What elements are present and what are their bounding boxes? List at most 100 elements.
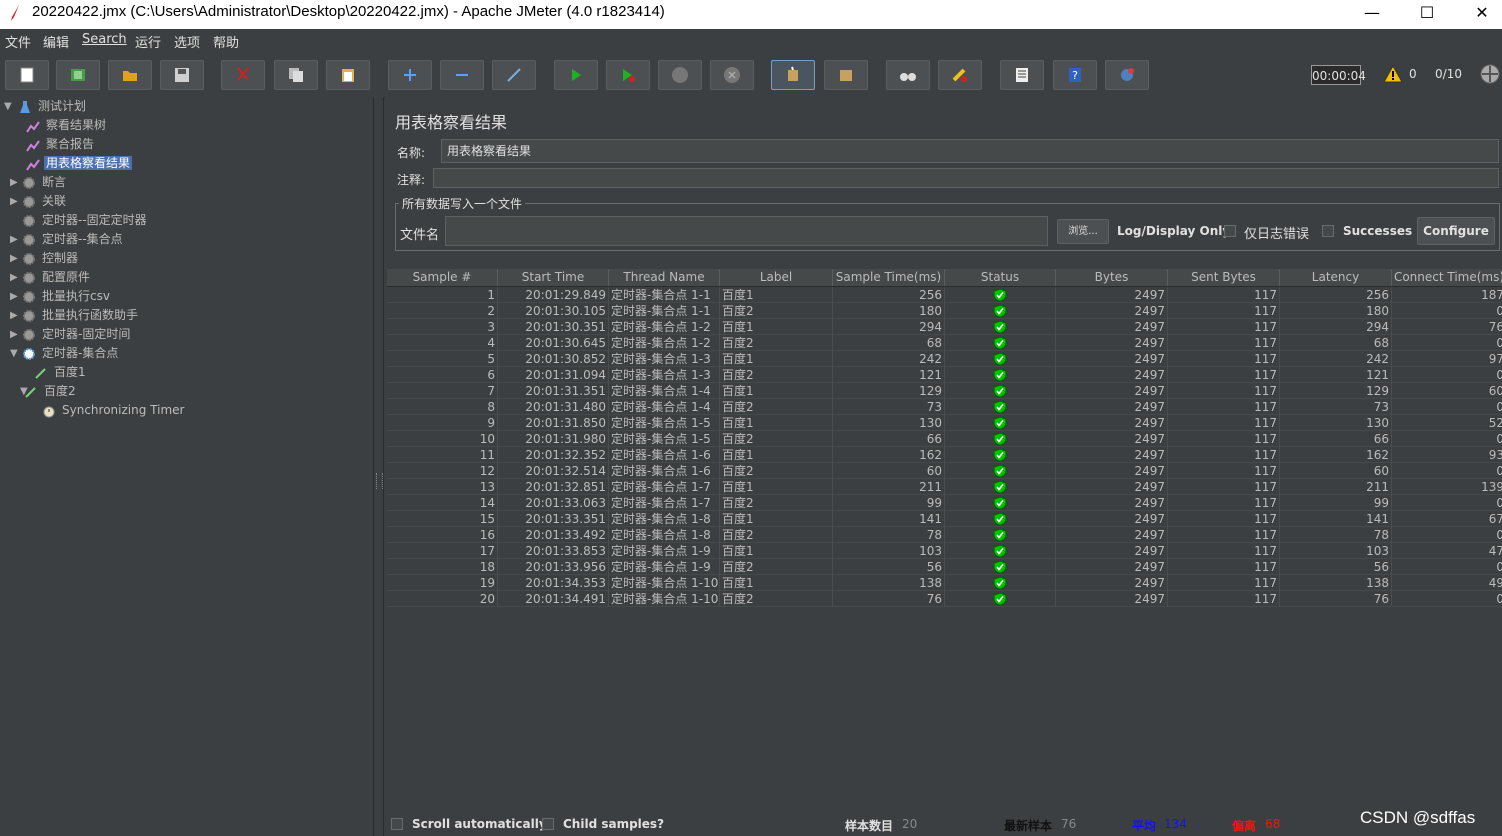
column-header-label[interactable]: Label xyxy=(720,269,833,286)
expand-toggle-icon[interactable]: ▶ xyxy=(10,173,18,192)
tree-item-aggregate-report[interactable]: 聚合报告 xyxy=(26,135,96,154)
save-button[interactable] xyxy=(160,60,204,90)
menu-edit[interactable]: 编辑 xyxy=(43,32,69,51)
table-row[interactable]: 6 20:01:31.094 定时器-集合点 1-3 百度2 121 2497 117 121… xyxy=(387,367,1502,383)
stop-button[interactable] xyxy=(658,60,702,90)
tree-item-baidu1[interactable]: 百度1 xyxy=(34,363,88,382)
collapse-all-button[interactable] xyxy=(440,60,484,90)
column-header-sample-number[interactable]: Sample # xyxy=(387,269,498,286)
tree-item-config-element[interactable]: ▶ 配置原件 xyxy=(10,268,92,287)
name-input[interactable]: 用表格察看结果 xyxy=(441,139,1499,163)
table-row[interactable]: 1020:01:31.980定时器-集合点 1-5百度2662497117660 xyxy=(387,431,1502,447)
table-row[interactable]: 820:01:31.480定时器-集合点 1-4百度2732497117730 xyxy=(387,399,1502,415)
maximize-button[interactable]: ☐ xyxy=(1404,0,1450,29)
table-row[interactable]: 7 20:01:31.351 定时器-集合点 1-4 百度1 129 2497 117 129… xyxy=(387,383,1502,399)
tree-item-baidu2[interactable]: ▼ 百度2 xyxy=(20,382,78,401)
reset-search-button[interactable] xyxy=(938,60,982,90)
templates-button[interactable] xyxy=(56,60,100,90)
search-button[interactable] xyxy=(886,60,930,90)
clear-all-button[interactable] xyxy=(824,60,868,90)
cut-button[interactable] xyxy=(221,60,265,90)
help-button[interactable]: ? xyxy=(1053,60,1097,90)
table-row[interactable]: 13 20:01:32.851 定时器-集合点 1-7 百度1 211 2497 117 21… xyxy=(387,479,1502,495)
expand-toggle-icon[interactable]: ▶ xyxy=(10,230,18,249)
tree-item-fixed-time-timer[interactable]: ▶ 定时器-固定时间 xyxy=(10,325,132,344)
tree-item-batch-function-helper[interactable]: ▶ 批量执行函数助手 xyxy=(10,306,140,325)
table-row[interactable]: 5 20:01:30.852 定时器-集合点 1-3 百度1 242 2497 117 242… xyxy=(387,351,1502,367)
expand-toggle-icon[interactable]: ▶ xyxy=(10,287,18,306)
table-row[interactable]: 1620:01:33.492定时器-集合点 1-8百度2782497117780 xyxy=(387,527,1502,543)
tree-item-synchronizing-timer[interactable]: Synchronizing Timer xyxy=(42,401,186,420)
tree-item-view-results-table[interactable]: 用表格察看结果 xyxy=(26,154,133,173)
status-indicator-icon[interactable] xyxy=(1480,64,1500,84)
browse-button[interactable]: 浏览... xyxy=(1057,219,1109,244)
start-no-pause-button[interactable] xyxy=(606,60,650,90)
table-row[interactable]: 1420:01:33.063定时器-集合点 1-7百度2992497117990 xyxy=(387,495,1502,511)
column-header-sample-time[interactable]: Sample Time(ms) xyxy=(833,269,945,286)
expand-toggle-icon[interactable]: ▼ xyxy=(4,97,12,116)
tree-item-batch-csv[interactable]: ▶ 批量执行csv xyxy=(10,287,112,306)
clear-button[interactable] xyxy=(771,60,815,90)
table-row[interactable]: 9 20:01:31.850 定时器-集合点 1-5 百度1 130 2497 117 130… xyxy=(387,415,1502,431)
table-row[interactable]: 15 20:01:33.351 定时器-集合点 1-8 百度1 141 2497 117 14… xyxy=(387,511,1502,527)
menu-file[interactable]: 文件 xyxy=(5,32,31,51)
function-helper-button[interactable] xyxy=(1000,60,1044,90)
table-row[interactable]: 19 20:01:34.353 定时器-集合点 1-10 百度1 138 2497 117 1… xyxy=(387,575,1502,591)
tree-item-view-results-tree[interactable]: 察看结果树 xyxy=(26,116,108,135)
table-row[interactable]: 2 20:01:30.105 定时器-集合点 1-1 百度2 180 2497 117 180… xyxy=(387,303,1502,319)
child-samples-checkbox[interactable] xyxy=(542,818,554,830)
tree-item-assertion[interactable]: ▶ 断言 xyxy=(10,173,68,192)
expand-toggle-icon[interactable]: ▶ xyxy=(10,306,18,325)
remote-button[interactable] xyxy=(1105,60,1149,90)
tree-item-correlation[interactable]: ▶ 关联 xyxy=(10,192,68,211)
expand-toggle-icon[interactable]: ▶ xyxy=(10,325,18,344)
warning-icon[interactable] xyxy=(1383,65,1403,83)
tree-item-controller[interactable]: ▶ 控制器 xyxy=(10,249,80,268)
column-header-connect-time[interactable]: Connect Time(ms) xyxy=(1392,269,1502,286)
expand-all-button[interactable] xyxy=(388,60,432,90)
start-button[interactable] xyxy=(554,60,598,90)
expand-toggle-icon[interactable]: ▶ xyxy=(10,192,18,211)
paste-button[interactable] xyxy=(326,60,370,90)
toggle-button[interactable] xyxy=(492,60,536,90)
table-row[interactable]: 20 20:01:34.491 定时器-集合点 1-10 百度2 76 2497 117 76… xyxy=(387,591,1502,607)
expand-toggle-icon[interactable]: ▶ xyxy=(10,268,18,287)
tree-item-constant-timer[interactable]: 定时器--固定定时器 xyxy=(10,211,149,230)
splitter-grip-icon[interactable] xyxy=(376,473,383,489)
table-row[interactable]: 3 20:01:30.351 定时器-集合点 1-2 百度1 294 2497 117 294… xyxy=(387,319,1502,335)
table-row[interactable]: 420:01:30.645定时器-集合点 1-2百度2682497117680 xyxy=(387,335,1502,351)
comment-input[interactable] xyxy=(433,168,1499,188)
expand-toggle-icon[interactable]: ▼ xyxy=(10,344,18,363)
column-header-bytes[interactable]: Bytes xyxy=(1056,269,1168,286)
column-header-sent-bytes[interactable]: Sent Bytes xyxy=(1168,269,1280,286)
column-header-latency[interactable]: Latency xyxy=(1280,269,1392,286)
table-row[interactable]: 1220:01:32.514定时器-集合点 1-6百度2602497117600 xyxy=(387,463,1502,479)
table-row[interactable]: 11 20:01:32.352 定时器-集合点 1-6 百度1 162 2497 117 16… xyxy=(387,447,1502,463)
column-header-thread-name[interactable]: Thread Name xyxy=(609,269,720,286)
tree-root-test-plan[interactable]: ▼ 测试计划 xyxy=(4,97,88,116)
configure-button[interactable]: Configure xyxy=(1417,217,1495,245)
minimize-button[interactable]: — xyxy=(1349,0,1395,29)
open-button[interactable] xyxy=(108,60,152,90)
menu-run[interactable]: 运行 xyxy=(135,32,161,51)
tree-item-rendezvous[interactable]: ▶ 定时器--集合点 xyxy=(10,230,125,249)
copy-button[interactable] xyxy=(274,60,318,90)
scroll-automatically-checkbox[interactable] xyxy=(391,818,403,830)
errors-only-checkbox[interactable] xyxy=(1224,225,1236,237)
new-button[interactable] xyxy=(5,60,49,90)
menu-options[interactable]: 选项 xyxy=(174,32,200,51)
menu-search[interactable]: Search xyxy=(82,32,127,47)
expand-toggle-icon[interactable]: ▼ xyxy=(20,382,28,401)
shutdown-button[interactable] xyxy=(710,60,754,90)
successes-checkbox[interactable] xyxy=(1322,225,1334,237)
column-header-start-time[interactable]: Start Time xyxy=(498,269,609,286)
expand-toggle-icon[interactable]: ▶ xyxy=(10,249,18,268)
table-row[interactable]: 17 20:01:33.853 定时器-集合点 1-9 百度1 103 2497 117 10… xyxy=(387,543,1502,559)
close-button[interactable]: ✕ xyxy=(1459,0,1502,29)
column-header-status[interactable]: Status xyxy=(945,269,1056,286)
table-row[interactable]: 1 20:01:29.849 定时器-集合点 1-1 百度1 256 2497 117 256… xyxy=(387,287,1502,303)
menu-help[interactable]: 帮助 xyxy=(213,32,239,51)
tree-item-rendezvous-group[interactable]: ▼ 定时器-集合点 xyxy=(10,344,120,363)
filename-input[interactable] xyxy=(445,216,1048,246)
table-row[interactable]: 1820:01:33.956定时器-集合点 1-9百度2562497117560 xyxy=(387,559,1502,575)
